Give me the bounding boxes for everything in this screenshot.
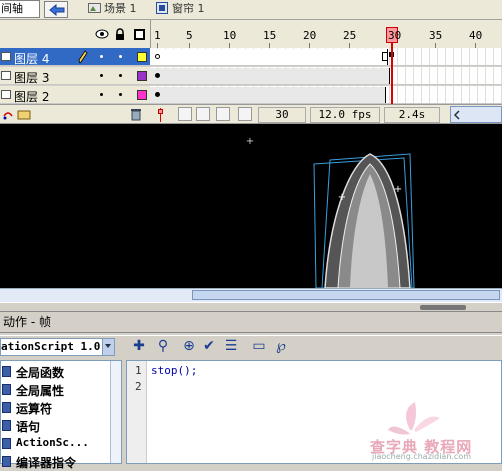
svg-text:+: +: [338, 192, 346, 203]
symbol-label: 窗帘 1: [172, 2, 205, 15]
scroll-left-icon[interactable]: [452, 108, 462, 122]
frame-num: 5: [186, 29, 193, 42]
frame-ruler[interactable]: 1 5 10 15 20 25 30 35 40: [150, 20, 502, 48]
book-icon: [2, 366, 11, 377]
toolbox-scrollbar[interactable]: [110, 361, 121, 463]
find-icon[interactable]: ⚲: [154, 337, 172, 355]
keyframe[interactable]: [155, 92, 160, 97]
add-item-icon[interactable]: ✚: [130, 337, 148, 355]
keyframe[interactable]: [155, 73, 160, 78]
movieclip-icon: [156, 2, 168, 14]
layer-icon: [1, 52, 11, 61]
layer-color-swatch[interactable]: [137, 90, 147, 100]
frame-num: 15: [263, 29, 277, 42]
book-icon: [2, 384, 11, 395]
frame-num: 30: [388, 29, 402, 42]
breadcrumb-symbol[interactable]: 窗帘 1: [156, 0, 205, 19]
watermark-url: jiaocheng.chazidian.com: [372, 452, 472, 461]
scrollbar-thumb[interactable]: [192, 290, 500, 300]
onion-skin-button[interactable]: [196, 107, 210, 121]
frame-row[interactable]: [150, 86, 502, 104]
layer-icon: [1, 71, 11, 80]
layer-row[interactable]: 图层 4: [0, 48, 150, 66]
layer-color-swatch[interactable]: [137, 71, 147, 81]
code-line[interactable]: stop();: [151, 364, 197, 377]
layer-color-swatch[interactable]: [137, 52, 147, 62]
layer-header: [0, 20, 150, 48]
stage[interactable]: + + +: [0, 124, 502, 289]
svg-text:+: +: [394, 184, 402, 195]
frame-num: 40: [469, 29, 483, 42]
pencil-icon: [78, 50, 88, 64]
trash-icon[interactable]: [130, 108, 142, 121]
line-number: 1: [135, 364, 142, 377]
lock-icon[interactable]: [115, 28, 125, 40]
add-layer-icon[interactable]: [2, 108, 34, 121]
actionscript-version-select[interactable]: ationScript 1.0: [0, 338, 115, 356]
center-frame-button[interactable]: [178, 107, 192, 121]
book-icon: [2, 456, 11, 467]
dropdown-arrow-icon[interactable]: [102, 339, 114, 355]
script-toolbar: ✚ ⚲ ⊕ ✔ ☰ ▭ ℘: [126, 336, 502, 358]
target-path-icon[interactable]: ⊕: [180, 337, 198, 355]
book-icon: [2, 438, 11, 449]
actions-panel-title[interactable]: 动作 - 帧: [0, 312, 502, 332]
frame-row[interactable]: [150, 48, 502, 66]
auto-format-icon[interactable]: ☰: [222, 337, 240, 355]
outline-icon[interactable]: [134, 29, 145, 40]
timeline-status-bar: 30 12.0 fps 2.4s: [0, 104, 502, 124]
layer-name: 图层 2: [14, 90, 50, 104]
book-icon: [2, 402, 11, 413]
frame-num: 10: [223, 29, 237, 42]
layer-icon: [1, 90, 11, 99]
scene-icon: [88, 3, 101, 13]
playhead-line: [391, 43, 393, 105]
layer-name: 图层 3: [14, 71, 50, 85]
empty-keyframe[interactable]: [155, 54, 160, 59]
back-arrow-icon: [49, 4, 65, 16]
check-syntax-icon[interactable]: ✔: [200, 337, 218, 355]
breadcrumb-scene[interactable]: 场景 1: [88, 0, 137, 19]
fps-field[interactable]: 12.0 fps: [310, 107, 380, 123]
actions-toolbox[interactable]: 全局函数 全局属性 运算符 语句 ActionSc... 编译器指令: [0, 360, 122, 470]
edit-multiple-frames-button[interactable]: [238, 107, 252, 121]
timeline-scrollbar[interactable]: [450, 106, 502, 123]
onion-outline-button[interactable]: [216, 107, 230, 121]
top-bar: [0, 0, 502, 20]
frame-num: 20: [303, 29, 317, 42]
current-frame-field: 30: [258, 107, 306, 123]
debug-options-icon[interactable]: ℘: [272, 337, 290, 355]
frame-num: 25: [343, 29, 357, 42]
collapse-grip[interactable]: [420, 305, 466, 310]
scene-label: 场景 1: [104, 2, 137, 15]
timeline-tab[interactable]: 间轴: [0, 0, 40, 18]
frame-row[interactable]: [150, 67, 502, 85]
elapsed-time-field: 2.4s: [384, 107, 440, 123]
code-hint-icon[interactable]: ▭: [250, 337, 268, 355]
layer-row[interactable]: 图层 2: [0, 86, 150, 104]
line-number: 2: [135, 380, 142, 393]
svg-text:+: +: [246, 136, 254, 147]
layer-row[interactable]: 图层 3: [0, 67, 150, 85]
back-button[interactable]: [44, 1, 68, 18]
frame-num: 1: [154, 29, 161, 42]
eye-icon[interactable]: [95, 29, 109, 39]
frame-num: 35: [429, 29, 443, 42]
book-icon: [2, 420, 11, 431]
layer-name: 图层 4: [14, 52, 50, 66]
stage-artwork: + + +: [246, 136, 415, 289]
